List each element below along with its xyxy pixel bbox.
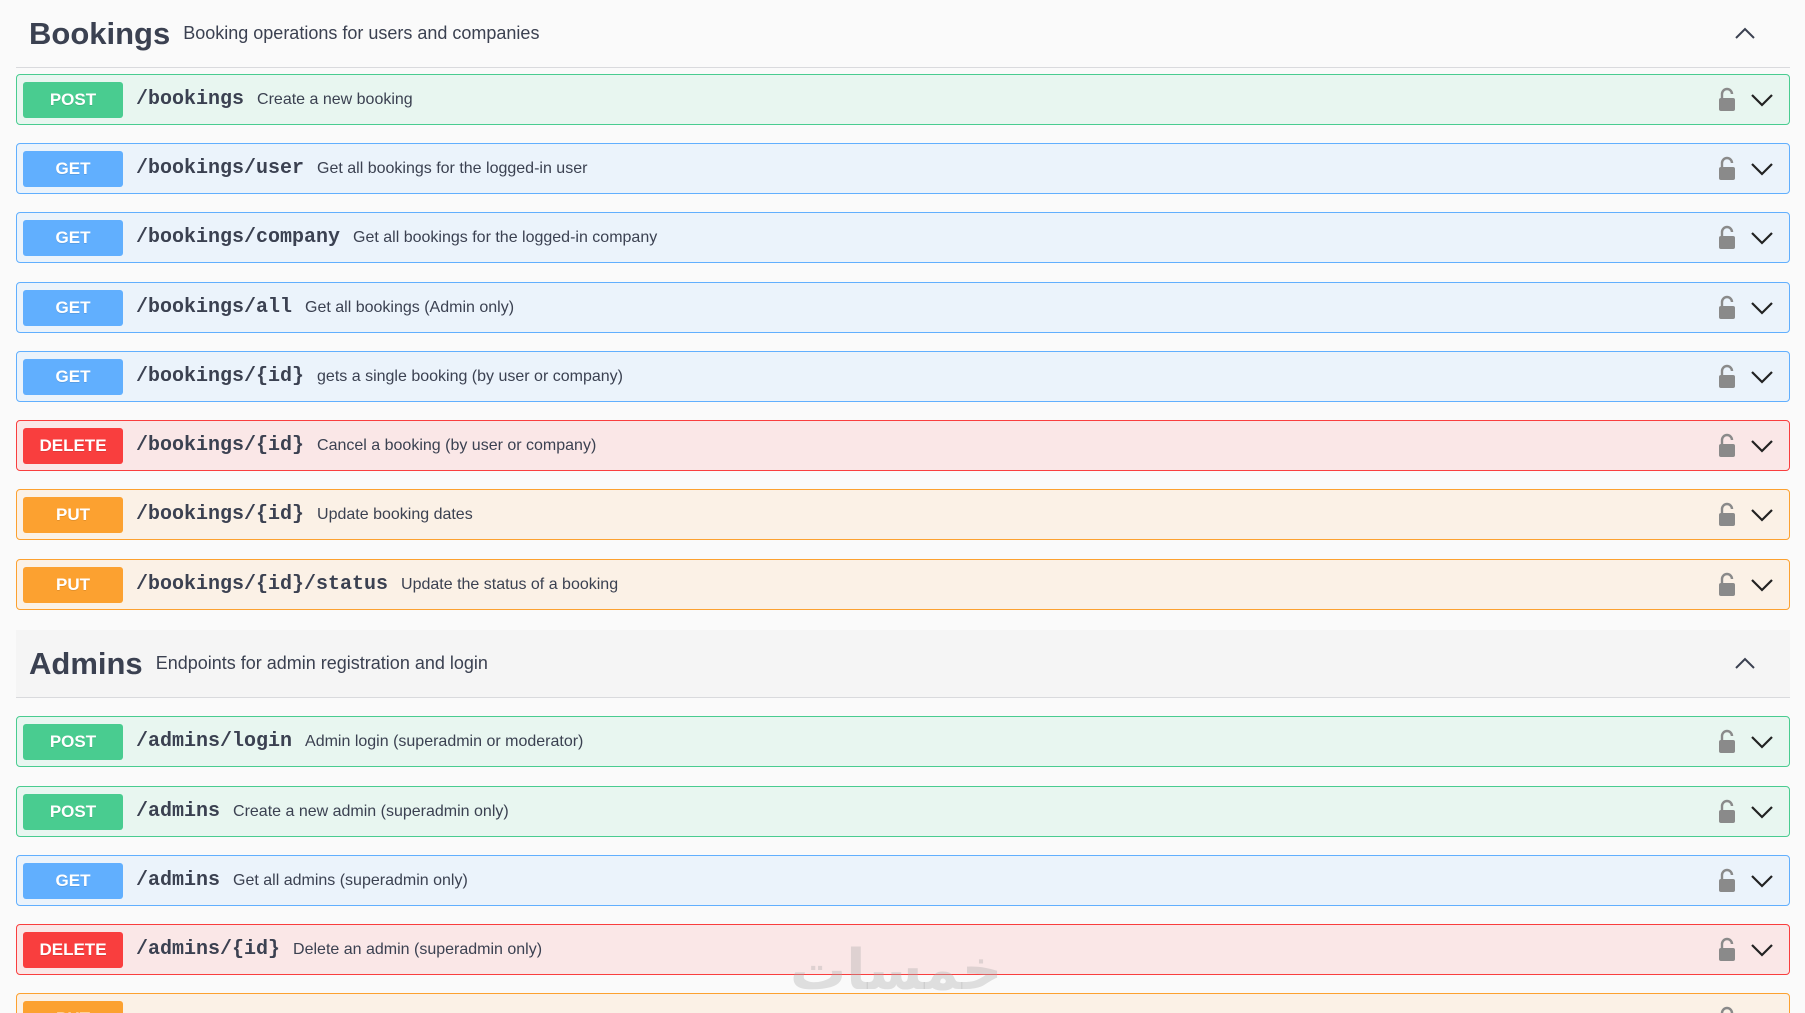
chevron-down-icon[interactable] <box>1749 157 1775 181</box>
operation-path: /bookings/all <box>136 296 293 319</box>
operation-row[interactable]: GET /bookings/company Get all bookings f… <box>16 212 1790 263</box>
lock-icon[interactable] <box>1717 433 1737 459</box>
operation-row[interactable]: PUT /bookings/{id} Update booking dates <box>16 489 1790 540</box>
operation-row[interactable]: GET /bookings/all Get all bookings (Admi… <box>16 282 1790 333</box>
operation-path: /bookings/{id} <box>136 365 305 388</box>
method-badge: DELETE <box>23 427 123 464</box>
operation-path: /bookings/{id}/status <box>136 573 389 596</box>
method-badge: GET <box>23 862 123 899</box>
method-badge: POST <box>23 81 123 118</box>
swagger-page: Bookings Booking operations for users an… <box>0 0 1805 1013</box>
tag-title: Admins <box>29 645 143 681</box>
method-badge: POST <box>23 793 123 830</box>
operation-summary: Delete an admin (superadmin only) <box>293 940 543 958</box>
lock-icon[interactable] <box>1717 156 1737 182</box>
operation-path: /admins <box>136 800 221 823</box>
lock-icon[interactable] <box>1717 502 1737 528</box>
chevron-down-icon[interactable] <box>1749 938 1775 962</box>
operation-path: /admins/{id} <box>136 938 281 961</box>
tag-title: Bookings <box>29 15 171 51</box>
method-badge: DELETE <box>23 931 123 968</box>
operation-summary: Update the status of a booking <box>401 575 619 593</box>
method-badge: POST <box>23 723 123 760</box>
operation-row[interactable]: GET /admins Get all admins (superadmin o… <box>16 855 1790 906</box>
operation-path: /admins <box>136 869 221 892</box>
chevron-down-icon[interactable] <box>1749 226 1775 250</box>
operation-row[interactable]: POST /admins/login Admin login (superadm… <box>16 716 1790 767</box>
operation-row[interactable]: GET /bookings/user Get all bookings for … <box>16 143 1790 194</box>
chevron-up-icon[interactable] <box>1730 18 1760 48</box>
chevron-down-icon[interactable] <box>1749 1007 1775 1013</box>
operation-summary: Get all bookings (Admin only) <box>305 298 515 316</box>
lock-icon[interactable] <box>1717 937 1737 963</box>
lock-icon[interactable] <box>1717 1006 1737 1013</box>
method-badge: PUT <box>23 1000 123 1013</box>
operation-summary: Create a new booking <box>257 90 413 108</box>
method-badge: GET <box>23 289 123 326</box>
lock-icon[interactable] <box>1717 868 1737 894</box>
method-badge: PUT <box>23 566 123 603</box>
operation-row[interactable]: DELETE /bookings/{id} Cancel a booking (… <box>16 420 1790 471</box>
chevron-up-icon[interactable] <box>1730 648 1760 678</box>
tag-header-bookings[interactable]: Bookings Booking operations for users an… <box>16 0 1790 68</box>
chevron-down-icon[interactable] <box>1749 869 1775 893</box>
operation-summary: Get all bookings for the logged-in user <box>317 159 588 177</box>
chevron-down-icon[interactable] <box>1749 503 1775 527</box>
method-badge: PUT <box>23 496 123 533</box>
lock-icon[interactable] <box>1717 799 1737 825</box>
operation-summary: Update booking dates <box>317 505 473 523</box>
chevron-down-icon[interactable] <box>1749 800 1775 824</box>
operation-path: /bookings/user <box>136 157 305 180</box>
operation-summary: gets a single booking (by user or compan… <box>317 367 623 385</box>
method-badge: GET <box>23 219 123 256</box>
lock-icon[interactable] <box>1717 364 1737 390</box>
operation-summary: Get all bookings for the logged-in compa… <box>353 228 658 246</box>
chevron-down-icon[interactable] <box>1749 88 1775 112</box>
operation-row[interactable]: PUT <box>16 993 1790 1013</box>
chevron-down-icon[interactable] <box>1749 573 1775 597</box>
method-badge: GET <box>23 150 123 187</box>
operation-path: /admins/login <box>136 730 293 753</box>
lock-icon[interactable] <box>1717 729 1737 755</box>
operation-summary: Get all admins (superadmin only) <box>233 871 468 889</box>
operation-path: /bookings <box>136 88 245 111</box>
chevron-down-icon[interactable] <box>1749 730 1775 754</box>
operation-summary: Create a new admin (superadmin only) <box>233 802 509 820</box>
method-badge: GET <box>23 358 123 395</box>
operation-path: /bookings/{id} <box>136 503 305 526</box>
operation-row[interactable]: POST /admins Create a new admin (superad… <box>16 786 1790 837</box>
lock-icon[interactable] <box>1717 87 1737 113</box>
tag-description: Booking operations for users and compani… <box>183 23 540 43</box>
operation-row[interactable]: DELETE /admins/{id} Delete an admin (sup… <box>16 924 1790 975</box>
operation-summary: Cancel a booking (by user or company) <box>317 436 597 454</box>
chevron-down-icon[interactable] <box>1749 434 1775 458</box>
operation-path: /bookings/{id} <box>136 434 305 457</box>
lock-icon[interactable] <box>1717 295 1737 321</box>
operation-row[interactable]: POST /bookings Create a new booking <box>16 74 1790 125</box>
operation-summary: Admin login (superadmin or moderator) <box>305 732 584 750</box>
tag-description: Endpoints for admin registration and log… <box>155 653 488 673</box>
lock-icon[interactable] <box>1717 225 1737 251</box>
tag-header-admins[interactable]: Admins Endpoints for admin registration … <box>16 630 1790 698</box>
chevron-down-icon[interactable] <box>1749 296 1775 320</box>
chevron-down-icon[interactable] <box>1749 365 1775 389</box>
lock-icon[interactable] <box>1717 572 1737 598</box>
operation-row[interactable]: PUT /bookings/{id}/status Update the sta… <box>16 559 1790 610</box>
operation-path: /bookings/company <box>136 226 341 249</box>
operation-row[interactable]: GET /bookings/{id} gets a single booking… <box>16 351 1790 402</box>
